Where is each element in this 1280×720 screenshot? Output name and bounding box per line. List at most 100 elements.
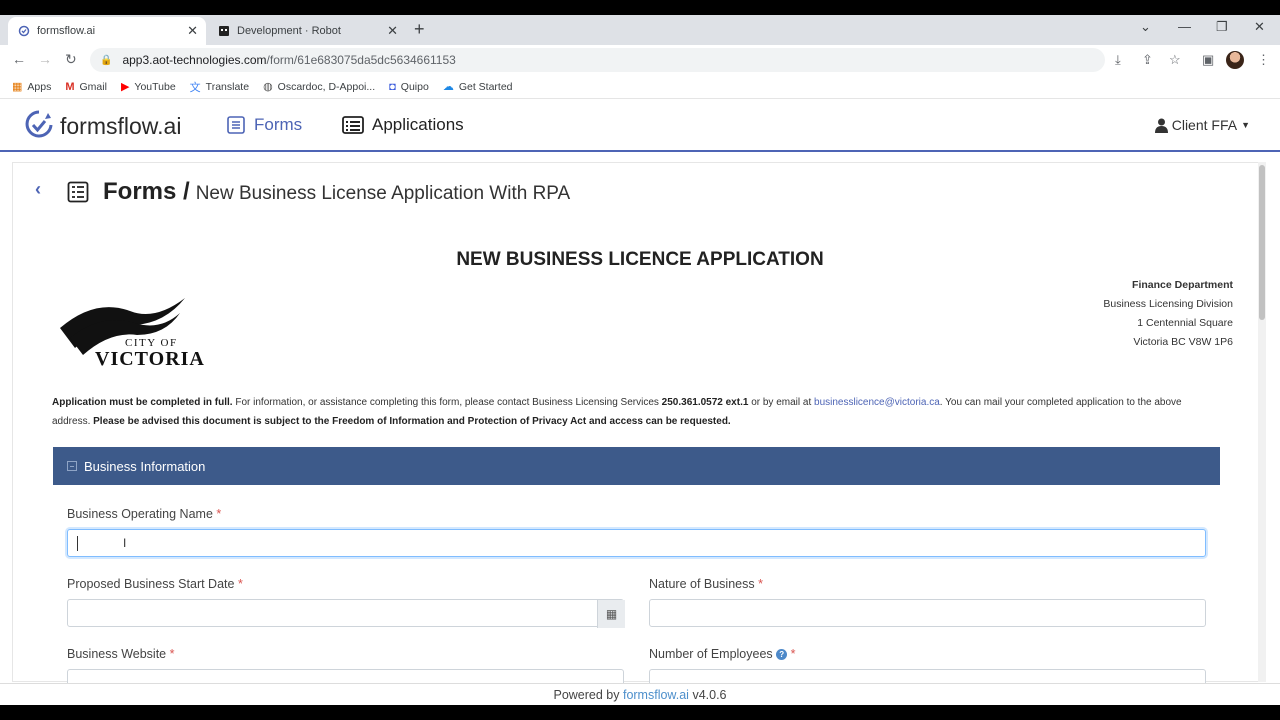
url-host: app3.aot-technologies.com: [122, 53, 267, 67]
gmail-icon: M: [65, 80, 75, 93]
footer-version: v4.0.6: [688, 688, 727, 702]
plus-icon[interactable]: +: [414, 19, 425, 40]
forms-icon: [227, 116, 245, 134]
business-operating-name-input[interactable]: I: [67, 529, 1206, 557]
city-of-victoria-logo: CITY OF VICTORIA: [60, 298, 205, 368]
bookmark-quipo[interactable]: ◘ Quipo: [389, 81, 429, 93]
bookmark-oscardoc[interactable]: ◍ Oscardoc, D-Appoi...: [263, 80, 376, 94]
maximize-icon[interactable]: ❐: [1216, 19, 1228, 35]
share-icon[interactable]: ⇪: [1142, 52, 1153, 68]
bookmark-gmail[interactable]: M Gmail: [65, 81, 107, 93]
youtube-icon: ▶: [120, 81, 130, 93]
ibeam-cursor-icon: I: [123, 536, 127, 550]
required-marker: *: [216, 507, 222, 521]
calendar-icon[interactable]: ▦: [597, 600, 625, 628]
brand-name: formsflow.ai: [60, 112, 182, 139]
required-marker: *: [169, 647, 175, 661]
section-header-business-information[interactable]: Business Information: [53, 447, 1220, 485]
install-icon[interactable]: ⤓: [1115, 52, 1121, 68]
formsflow-favicon-icon: [18, 25, 30, 37]
notice-bold-intro: Application must be completed in full.: [52, 397, 233, 408]
bookmark-label: Get Started: [458, 80, 513, 93]
user-menu[interactable]: Client FFA ▼: [1154, 117, 1250, 133]
more-menu-icon[interactable]: ⋮: [1257, 52, 1270, 68]
forward-arrow-icon[interactable]: →: [38, 51, 52, 67]
back-arrow-icon[interactable]: ←: [12, 51, 26, 67]
nav-applications[interactable]: Applications: [342, 115, 464, 135]
label-operating-name: Business Operating Name *: [67, 507, 221, 521]
notice-privacy: Please be advised this document is subje…: [93, 416, 731, 427]
applications-list-icon: [342, 116, 364, 134]
translate-icon: 文: [189, 81, 201, 94]
text-caret: [77, 536, 78, 551]
close-window-icon[interactable]: ✕: [1254, 19, 1265, 35]
bookmark-label: Quipo: [400, 80, 429, 93]
start-date-input[interactable]: ▦: [67, 599, 625, 628]
bookmark-label: Gmail: [79, 80, 107, 93]
nav-forms[interactable]: Forms: [226, 115, 302, 135]
address-line: 1 Centennial Square: [1137, 317, 1233, 329]
logo-victoria: VICTORIA: [95, 348, 205, 368]
brand-logo[interactable]: formsflow.ai: [24, 109, 181, 143]
get-started-icon: ☁: [442, 81, 454, 93]
department-name: Finance Department: [1132, 279, 1233, 291]
footer: Powered by formsflow.ai v4.0.6: [0, 683, 1280, 705]
required-marker: *: [758, 577, 763, 591]
browser-toolbar: ← → ↻ 🔒 app3.aot-technologies.com/form/6…: [0, 45, 1280, 75]
breadcrumb-root[interactable]: Forms /: [103, 178, 190, 206]
bookmark-apps[interactable]: ▦ Apps: [12, 80, 52, 94]
collapse-icon[interactable]: [67, 461, 77, 471]
apps-grid-icon: ▦: [12, 81, 23, 93]
user-icon: [1154, 118, 1168, 133]
tab-title: Development · Robot: [237, 25, 341, 37]
field-label: Nature of Business: [649, 577, 755, 591]
user-name: Client FFA: [1171, 117, 1238, 133]
help-question-icon[interactable]: ?: [776, 649, 788, 661]
bookmarks-bar: ▦ Apps M Gmail ▶ YouTube 文 Translate ◍ Oscard…: [0, 75, 1280, 99]
breadcrumb-current: New Business License Application With RP…: [195, 183, 571, 204]
label-business-website: Business Website *: [67, 647, 174, 661]
required-marker: *: [790, 647, 796, 661]
caret-down-icon: ▼: [1241, 120, 1250, 130]
browser-tab-formsflow[interactable]: formsflow.ai ✕: [8, 17, 206, 45]
notice-phone: 250.361.0572 ext.1: [661, 397, 749, 408]
division-name: Business Licensing Division: [1103, 298, 1233, 310]
profile-avatar[interactable]: [1226, 51, 1244, 69]
back-chevron-icon[interactable]: ‹: [35, 179, 41, 200]
close-tab-icon[interactable]: ✕: [187, 23, 198, 39]
form-container: ‹ Forms / New Business License Applicati…: [12, 162, 1266, 697]
breadcrumb: Forms / New Business License Application…: [67, 178, 570, 206]
robot-favicon-icon: [219, 26, 229, 36]
close-tab-icon[interactable]: ✕: [387, 23, 398, 39]
bookmark-youtube[interactable]: ▶ YouTube: [120, 80, 176, 94]
notice-email-link[interactable]: businesslicence@victoria.ca: [814, 397, 940, 408]
label-nature-of-business: Nature of Business *: [649, 577, 763, 591]
field-label: Proposed Business Start Date: [67, 577, 235, 591]
bookmark-label: Apps: [27, 80, 52, 93]
formsflow-logo-icon: [25, 110, 53, 138]
bookmark-translate[interactable]: 文 Translate: [190, 79, 249, 95]
form-title: NEW BUSINESS LICENCE APPLICATION: [456, 249, 824, 270]
tab-search-icon[interactable]: ⌄: [1140, 19, 1151, 35]
address-bar[interactable]: 🔒 app3.aot-technologies.com/form/61e6830…: [90, 48, 1105, 72]
browser-tab-robot[interactable]: Development · Robot ✕: [208, 17, 406, 45]
nature-of-business-input[interactable]: [649, 599, 1206, 627]
footer-link[interactable]: formsflow.ai: [623, 688, 689, 702]
bookmark-get-started[interactable]: ☁ Get Started: [442, 80, 513, 94]
field-label: Number of Employees: [649, 647, 773, 661]
application-notice: Application must be completed in full. F…: [52, 393, 1222, 431]
section-title: Business Information: [84, 458, 206, 474]
star-icon[interactable]: ☆: [1169, 52, 1181, 68]
minimize-icon[interactable]: —: [1178, 19, 1191, 34]
bookmark-label: Oscardoc, D-Appoi...: [277, 80, 376, 93]
lock-icon: 🔒: [100, 54, 113, 66]
label-number-of-employees: Number of Employees ? *: [649, 647, 796, 661]
scrollbar-thumb[interactable]: [1259, 165, 1265, 320]
bookmark-label: YouTube: [134, 80, 176, 93]
app-header: formsflow.ai Forms Applications Client F…: [0, 100, 1280, 152]
nav-label: Applications: [372, 115, 464, 134]
sidebar-icon[interactable]: ▣: [1202, 52, 1214, 68]
notice-text: For information, or assistance completin…: [232, 397, 662, 408]
reload-icon[interactable]: ↻: [65, 51, 77, 68]
department-address: Finance Department Business Licensing Di…: [1103, 276, 1233, 352]
